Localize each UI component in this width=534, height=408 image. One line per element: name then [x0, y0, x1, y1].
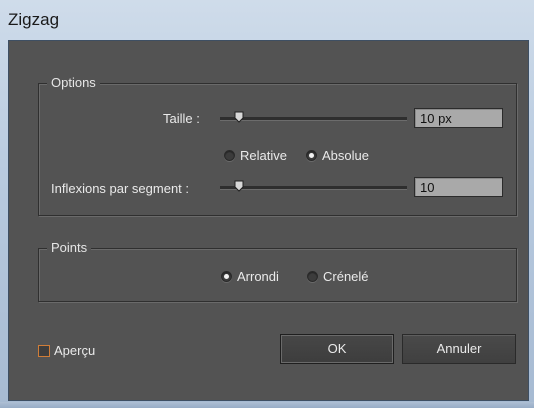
window-bottom-border	[0, 402, 534, 408]
radio-relative-button[interactable]	[224, 150, 235, 161]
radio-relative[interactable]: Relative	[224, 148, 287, 163]
radio-absolue-label: Absolue	[322, 148, 369, 163]
cancel-button[interactable]: Annuler	[402, 334, 516, 364]
inflexions-slider-track[interactable]	[220, 186, 407, 190]
window-title: Zigzag	[8, 10, 60, 29]
inflexions-value-field[interactable]: 10	[414, 177, 503, 197]
inflexions-slider-thumb[interactable]	[234, 180, 244, 192]
radio-crenele-label: Crénelé	[323, 269, 369, 284]
apercu-checkbox-label: Aperçu	[54, 343, 96, 358]
inflexions-slider[interactable]	[220, 180, 407, 194]
radio-arrondi-button[interactable]	[221, 271, 232, 282]
taille-label: Taille :	[163, 111, 200, 126]
zigzag-dialog-window: Zigzag Options Taille : 10 px Relative A…	[0, 0, 534, 408]
apercu-checkbox-box[interactable]	[38, 344, 50, 357]
taille-slider-thumb[interactable]	[234, 111, 244, 123]
inflexions-label: Inflexions par segment :	[51, 181, 190, 196]
taille-slider[interactable]	[220, 111, 407, 125]
options-group-title: Options	[47, 75, 100, 90]
radio-absolue-button[interactable]	[306, 150, 317, 161]
taille-slider-track[interactable]	[220, 117, 407, 121]
radio-crenele[interactable]: Crénelé	[307, 269, 369, 284]
radio-relative-label: Relative	[240, 148, 287, 163]
radio-crenele-button[interactable]	[307, 271, 318, 282]
points-group-title: Points	[47, 240, 92, 255]
apercu-checkbox[interactable]: Aperçu	[38, 343, 95, 358]
title-bar[interactable]: Zigzag	[0, 0, 534, 40]
dialog-body: Options Taille : 10 px Relative Absolue …	[8, 40, 529, 401]
ok-button[interactable]: OK	[280, 334, 394, 364]
radio-arrondi-label: Arrondi	[237, 269, 279, 284]
taille-value-field[interactable]: 10 px	[414, 108, 503, 128]
radio-absolue[interactable]: Absolue	[306, 148, 369, 163]
radio-arrondi[interactable]: Arrondi	[221, 269, 279, 284]
